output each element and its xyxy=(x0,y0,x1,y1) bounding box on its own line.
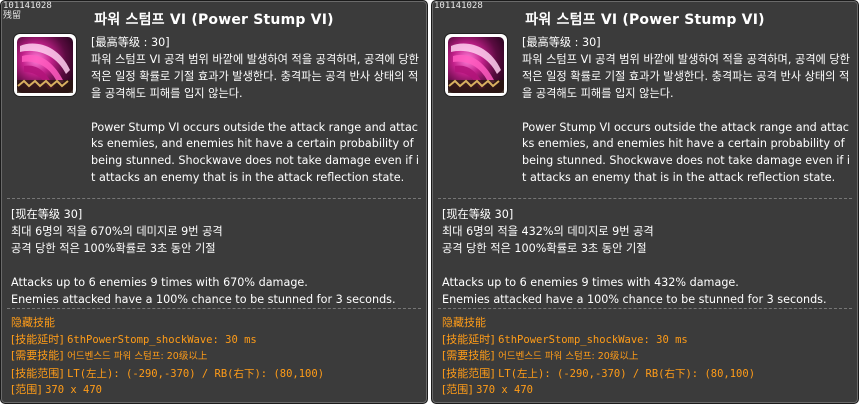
description-english: Power Stump VI occurs outside the attack… xyxy=(522,120,851,185)
area-row: [范围] 370 x 470 xyxy=(442,382,852,399)
skill-range-label: [技能范围] xyxy=(11,366,64,380)
required-skill-value: 어드벤스드 파워 스텀프: 20级以上 xyxy=(67,351,208,362)
skill-range-label: [技能范围] xyxy=(442,366,495,380)
skill-delay-value: 6thPowerStomp_shockWave: 30 ms xyxy=(498,333,688,346)
current-effect-english-1: Attacks up to 6 enemies 9 times with 432… xyxy=(442,276,739,289)
skill-delay-row: [技能延时] 6thPowerStomp_shockWave: 30 ms xyxy=(442,332,852,349)
current-level: [现在等级 30] xyxy=(11,208,83,221)
skill-title: 파워 스텀프 VI (Power Stump VI) xyxy=(525,12,765,28)
skill-delay-row: [技能延时] 6thPowerStomp_shockWave: 30 ms xyxy=(11,332,421,349)
required-skill-row: [需要技能] 어드벤스드 파워 스텀프: 20级以上 xyxy=(11,348,421,366)
skill-range-value: LT(左上): (-290,-370) / RB(右下): (80,100) xyxy=(67,367,325,380)
divider xyxy=(7,198,421,199)
required-skill-label: [需要技能] xyxy=(11,349,64,362)
skill-delay-value: 6thPowerStomp_shockWave: 30 ms xyxy=(67,333,257,346)
required-skill-row: [需要技能] 어드벤스드 파워 스텀프: 20级以上 xyxy=(442,348,852,366)
skill-delay-label: [技能延时] xyxy=(11,332,64,346)
required-skill-value: 어드벤스드 파워 스텀프: 20级以上 xyxy=(498,351,639,362)
power-stump-skill-icon xyxy=(445,34,507,96)
area-label: [范围] xyxy=(442,383,473,396)
current-level-section: [现在等级 30] 최대 6명의 적을 432%의 데미지로 9번 공격 공격 … xyxy=(442,206,852,308)
description-korean: 파워 스텀프 VI 공격 범위 바깥에 발생하여 적을 공격하며, 공격에 당한… xyxy=(91,52,419,100)
skill-tooltip-right: 101141028 파워 스텀프 VI (Power Stump VI) [最高… xyxy=(431,0,859,404)
hidden-skill-section: 隐藏技能 [技能延时] 6thPowerStomp_shockWave: 30 … xyxy=(11,315,421,399)
current-effect-korean-2: 공격 당한 적은 100%확률로 3초 동안 기절 xyxy=(442,242,647,255)
area-label: [范围] xyxy=(11,383,42,396)
skill-range-row: [技能范围] LT(左上): (-290,-370) / RB(右下): (80… xyxy=(442,366,852,383)
skill-description: [最高等级 : 30] 파워 스텀프 VI 공격 범위 바깥에 발생하여 적을 … xyxy=(91,35,419,187)
current-effect-korean-1: 최대 6명의 적을 670%의 데미지로 9번 공격 xyxy=(11,225,223,238)
current-effect-korean-1: 최대 6명의 적을 432%의 데미지로 9번 공격 xyxy=(442,225,654,238)
skill-description: [最高等级 : 30] 파워 스텀프 VI 공격 범위 바깥에 발생하여 적을 … xyxy=(522,35,850,187)
power-stump-skill-icon xyxy=(14,34,76,96)
max-level: [最高等级 : 30] xyxy=(522,36,601,49)
divider xyxy=(7,308,421,309)
description-korean: 파워 스텀프 VI 공격 범위 바깥에 발생하여 적을 공격하며, 공격에 당한… xyxy=(522,52,850,100)
area-value: 370 x 470 xyxy=(476,384,533,396)
max-level: [最高等级 : 30] xyxy=(91,36,170,49)
divider xyxy=(438,308,852,309)
description-english: Power Stump VI occurs outside the attack… xyxy=(91,120,420,185)
current-level: [现在等级 30] xyxy=(442,208,514,221)
current-effect-english-2: Enemies attacked have a 100% chance to b… xyxy=(442,293,827,306)
skill-title: 파워 스텀프 VI (Power Stump VI) xyxy=(94,12,334,28)
hidden-skill-section: 隐藏技能 [技能延时] 6thPowerStomp_shockWave: 30 … xyxy=(442,315,852,399)
skill-range-value: LT(左上): (-290,-370) / RB(右下): (80,100) xyxy=(498,367,756,380)
current-effect-english-1: Attacks up to 6 enemies 9 times with 670… xyxy=(11,276,308,289)
hidden-skill-header: 隐藏技能 xyxy=(11,316,55,329)
current-effect-korean-2: 공격 당한 적은 100%확률로 3초 동안 기절 xyxy=(11,242,216,255)
skill-delay-label: [技能延时] xyxy=(442,332,495,346)
area-value: 370 x 470 xyxy=(45,384,102,396)
current-level-section: [现在等级 30] 최대 6명의 적을 670%의 데미지로 9번 공격 공격 … xyxy=(11,206,421,308)
skill-tooltip-left: 101141028 残留 파워 스텀프 VI (Power Stump VI) … xyxy=(0,0,428,404)
skill-range-row: [技能范围] LT(左上): (-290,-370) / RB(右下): (80… xyxy=(11,366,421,383)
divider xyxy=(438,198,852,199)
current-effect-english-2: Enemies attacked have a 100% chance to b… xyxy=(11,293,396,306)
required-skill-label: [需要技能] xyxy=(442,349,495,362)
area-row: [范围] 370 x 470 xyxy=(11,382,421,399)
hidden-skill-header: 隐藏技能 xyxy=(442,316,486,329)
